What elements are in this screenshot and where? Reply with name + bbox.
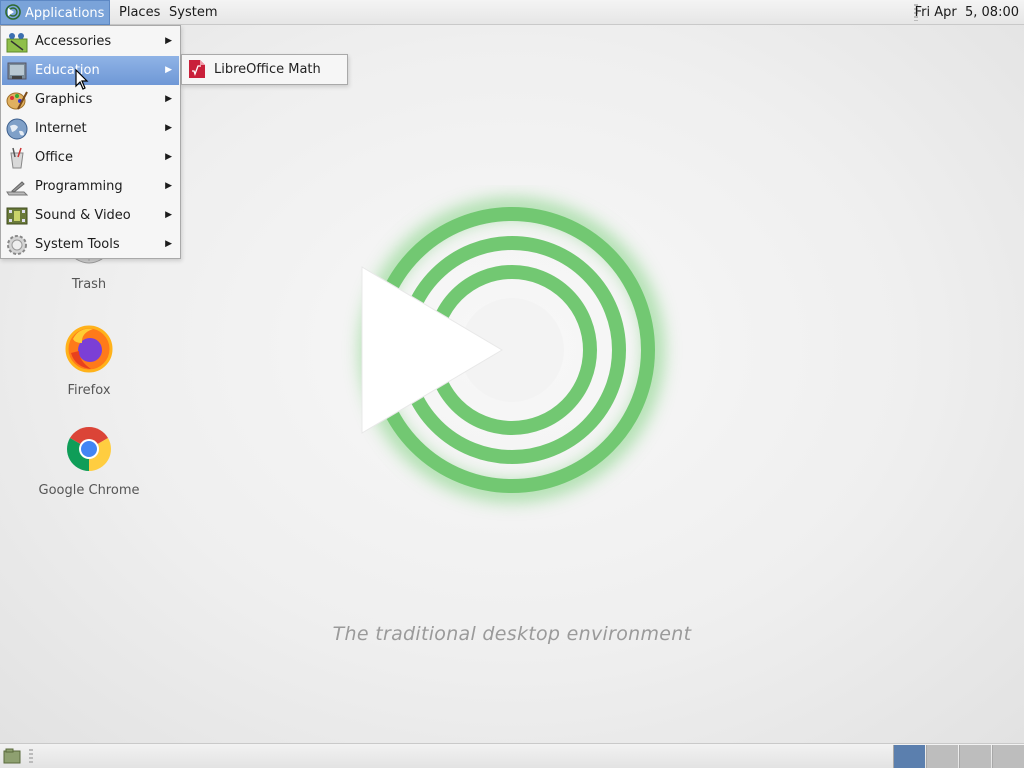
workspace-1[interactable] <box>893 745 925 768</box>
menu-item-label: LibreOffice Math <box>214 62 321 77</box>
submenu-arrow-icon: ▶ <box>165 239 172 249</box>
firefox-icon <box>65 325 113 373</box>
workspace-4[interactable] <box>992 745 1024 768</box>
submenu-arrow-icon: ▶ <box>165 36 172 46</box>
sound-video-icon <box>6 207 28 225</box>
menu-item-label: System Tools <box>35 237 120 252</box>
internet-icon <box>6 118 28 140</box>
submenu-arrow-icon: ▶ <box>165 181 172 191</box>
applications-menu-button[interactable]: Applications <box>0 0 111 25</box>
mate-logo-icon <box>5 4 21 20</box>
desktop-tagline: The traditional desktop environment <box>332 623 692 645</box>
top-panel: Applications Places System Fri Apr 5, 08… <box>0 0 1024 25</box>
menu-item-label: Sound & Video <box>35 208 131 223</box>
panel-drag-handle[interactable] <box>29 749 33 764</box>
desktop-icon-chrome[interactable]: Google Chrome <box>29 425 149 498</box>
menu-item-label: Graphics <box>35 92 93 107</box>
desktop-icon-label: Firefox <box>67 383 111 398</box>
accessories-icon <box>6 33 28 53</box>
show-desktop-icon[interactable] <box>3 748 21 764</box>
submenu-arrow-icon: ▶ <box>165 152 172 162</box>
system-tools-icon <box>7 235 27 255</box>
desktop-icon-firefox[interactable]: Firefox <box>29 325 149 398</box>
education-icon <box>7 62 27 80</box>
mouse-cursor-icon <box>75 69 89 90</box>
menu-item-system-tools[interactable]: System Tools ▶ <box>2 230 179 259</box>
submenu-arrow-icon: ▶ <box>165 210 172 220</box>
applications-menu: Accessories ▶ Education ▶ Graphics ▶ Int… <box>0 25 181 259</box>
submenu-arrow-icon: ▶ <box>165 94 172 104</box>
mate-logo-icon <box>361 199 663 501</box>
applications-menu-label: Applications <box>25 6 105 21</box>
desktop-icon-label: Google Chrome <box>38 483 140 498</box>
programming-icon <box>6 181 28 196</box>
workspace-3[interactable] <box>959 745 991 768</box>
menu-item-office[interactable]: Office ▶ <box>2 143 179 172</box>
system-menu-button[interactable]: System <box>164 0 222 25</box>
submenu-arrow-icon: ▶ <box>165 65 172 75</box>
chrome-icon <box>67 427 111 471</box>
menu-item-education[interactable]: Education ▶ <box>2 56 179 85</box>
menu-item-graphics[interactable]: Graphics ▶ <box>2 85 179 114</box>
workspace-2[interactable] <box>926 745 958 768</box>
places-menu-button[interactable]: Places <box>114 0 165 25</box>
education-submenu: LibreOffice Math <box>181 54 348 85</box>
menu-item-label: Education <box>35 63 100 78</box>
desktop-icon-label: Trash <box>71 277 107 292</box>
menu-item-label: Accessories <box>35 34 112 49</box>
bottom-panel <box>0 743 1024 768</box>
submenu-arrow-icon: ▶ <box>165 123 172 133</box>
menu-item-libreoffice-math[interactable]: LibreOffice Math <box>183 56 346 83</box>
menu-item-accessories[interactable]: Accessories ▶ <box>2 27 179 56</box>
menu-item-programming[interactable]: Programming ▶ <box>2 172 179 201</box>
clock[interactable]: Fri Apr 5, 08:00 <box>910 0 1024 25</box>
menu-item-sound-video[interactable]: Sound & Video ▶ <box>2 201 179 230</box>
menu-item-label: Programming <box>35 179 123 194</box>
menu-item-label: Office <box>35 150 73 165</box>
office-icon <box>10 147 24 169</box>
menu-item-label: Internet <box>35 121 87 136</box>
graphics-icon <box>6 91 28 110</box>
menu-item-internet[interactable]: Internet ▶ <box>2 114 179 143</box>
libreoffice-math-icon <box>189 60 205 78</box>
